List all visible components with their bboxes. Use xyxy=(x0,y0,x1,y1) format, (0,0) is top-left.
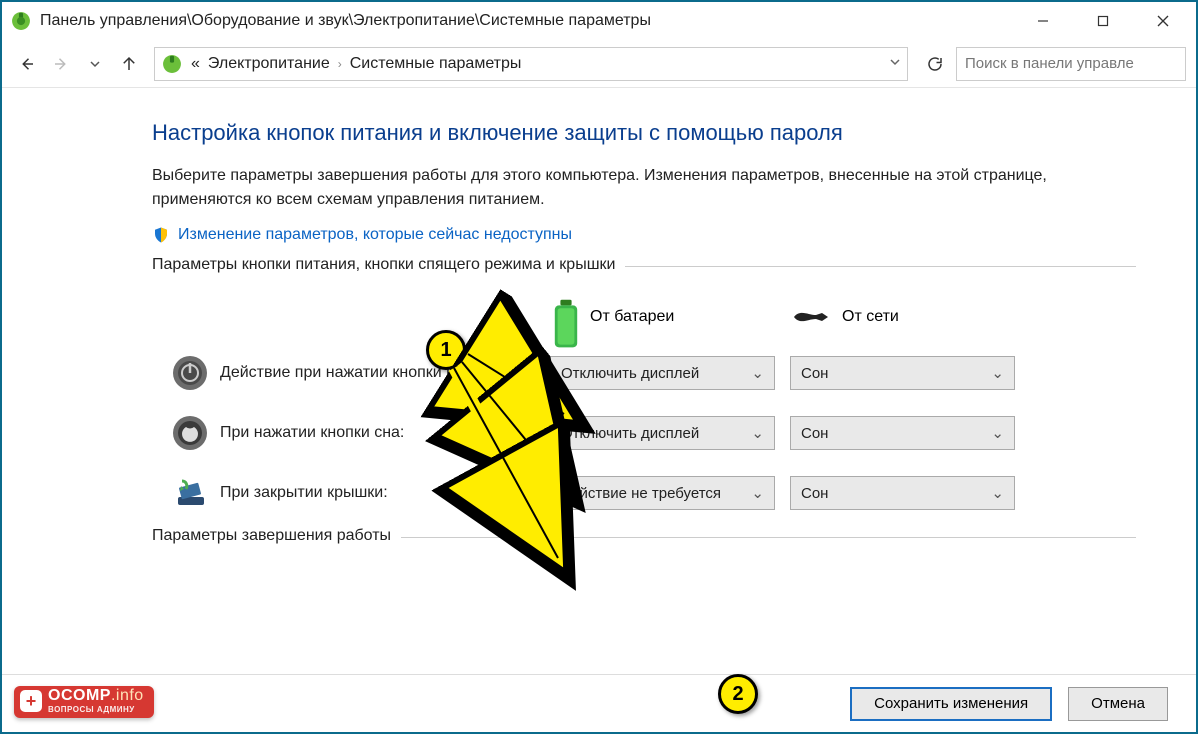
chevron-down-icon: ⌄ xyxy=(991,484,1004,502)
sleep-button-ac-dropdown[interactable]: Сон ⌄ xyxy=(790,416,1015,450)
up-button[interactable] xyxy=(114,49,144,79)
titlebar: Панель управления\Оборудование и звук\Эл… xyxy=(2,2,1196,40)
battery-icon xyxy=(552,297,580,337)
column-headers: От батареи От сети xyxy=(152,297,1136,337)
forward-button[interactable] xyxy=(46,49,76,79)
page-description: Выберите параметры завершения работы для… xyxy=(152,164,1136,212)
uac-link-text: Изменение параметров, которые сейчас нед… xyxy=(178,226,572,244)
sleep-button-row: При нажатии кнопки сна: Отключить диспле… xyxy=(152,415,1136,451)
chevron-down-icon: ⌄ xyxy=(991,424,1004,442)
footer: Сохранить изменения Отмена xyxy=(2,674,1196,732)
plus-icon: + xyxy=(20,690,42,712)
save-changes-button[interactable]: Сохранить изменения xyxy=(850,687,1052,721)
row-label: Действие при нажатии кнопки питания: xyxy=(220,364,550,382)
power-button-row: Действие при нажатии кнопки питания: Отк… xyxy=(152,355,1136,391)
ac-plug-icon xyxy=(792,305,832,329)
refresh-button[interactable] xyxy=(918,47,952,81)
power-button-icon xyxy=(172,355,208,391)
address-dropdown-icon[interactable] xyxy=(889,55,901,72)
row-label: При нажатии кнопки сна: xyxy=(220,424,550,442)
maximize-button[interactable] xyxy=(1082,7,1124,35)
change-unavailable-settings-link[interactable]: Изменение параметров, которые сейчас нед… xyxy=(152,226,1136,244)
navbar: « Электропитание › Системные параметры П… xyxy=(2,40,1196,88)
uac-shield-icon xyxy=(152,226,170,244)
sleep-button-battery-dropdown[interactable]: Отключить дисплей ⌄ xyxy=(550,416,775,450)
chevron-down-icon: ⌄ xyxy=(751,424,764,442)
ac-column-header: От сети xyxy=(792,305,1032,329)
breadcrumb-prefix: « xyxy=(191,55,200,73)
cancel-button[interactable]: Отмена xyxy=(1068,687,1168,721)
chevron-down-icon: ⌄ xyxy=(751,484,764,502)
lid-close-battery-dropdown[interactable]: Действие не требуется ⌄ xyxy=(550,476,775,510)
breadcrumb-item[interactable]: Электропитание xyxy=(208,55,330,73)
window-title: Панель управления\Оборудование и звук\Эл… xyxy=(40,12,1022,30)
back-button[interactable] xyxy=(12,49,42,79)
search-placeholder: Поиск в панели управле xyxy=(965,55,1134,72)
power-options-app-icon xyxy=(10,10,32,32)
lid-close-row: При закрытии крышки: Действие не требует… xyxy=(152,475,1136,511)
sleep-button-icon xyxy=(172,415,208,451)
group-legend: Параметры завершения работы xyxy=(152,527,401,545)
page-title: Настройка кнопок питания и включение защ… xyxy=(152,120,1136,146)
battery-column-header: От батареи xyxy=(552,297,792,337)
laptop-lid-icon xyxy=(172,475,208,511)
address-bar[interactable]: « Электропитание › Системные параметры xyxy=(154,47,908,81)
breadcrumb-item[interactable]: Системные параметры xyxy=(350,55,522,73)
close-button[interactable] xyxy=(1142,7,1184,35)
recent-locations-button[interactable] xyxy=(80,49,110,79)
lid-close-ac-dropdown[interactable]: Сон ⌄ xyxy=(790,476,1015,510)
chevron-down-icon: ⌄ xyxy=(751,364,764,382)
power-buttons-group: Параметры кнопки питания, кнопки спящего… xyxy=(152,266,1136,511)
watermark-badge: + OCOMP.info ВОПРОСЫ АДМИНУ xyxy=(14,686,154,718)
chevron-down-icon: ⌄ xyxy=(991,364,1004,382)
power-button-ac-dropdown[interactable]: Сон ⌄ xyxy=(790,356,1015,390)
window-controls xyxy=(1022,7,1184,35)
power-button-battery-dropdown[interactable]: Отключить дисплей ⌄ xyxy=(550,356,775,390)
power-options-icon xyxy=(161,53,183,75)
shutdown-settings-group: Параметры завершения работы xyxy=(152,537,1136,538)
search-input[interactable]: Поиск в панели управле xyxy=(956,47,1186,81)
breadcrumb-separator-icon: › xyxy=(338,57,342,71)
minimize-button[interactable] xyxy=(1022,7,1064,35)
content-area: Настройка кнопок питания и включение защ… xyxy=(2,100,1196,672)
group-legend: Параметры кнопки питания, кнопки спящего… xyxy=(152,256,625,274)
row-label: При закрытии крышки: xyxy=(220,484,550,502)
